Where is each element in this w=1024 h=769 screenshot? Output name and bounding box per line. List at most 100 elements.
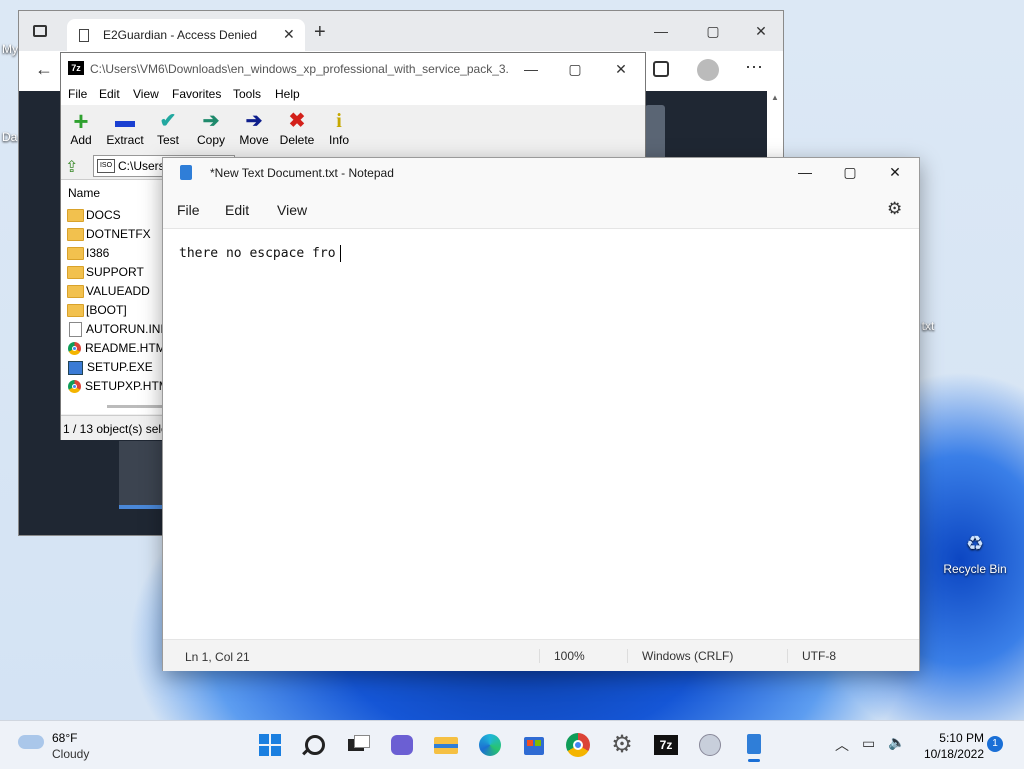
copy-button[interactable]: ➔ Copy (188, 109, 234, 147)
network-icon[interactable]: ▭ (862, 735, 875, 752)
recycle-bin-icon: ♻ (966, 533, 984, 555)
notification-badge[interactable]: 1 (987, 736, 1003, 752)
delete-label: Delete (279, 133, 315, 147)
file-row[interactable]: DOCS (67, 206, 121, 225)
cursor-position: Ln 1, Col 21 (185, 650, 250, 664)
chrome-icon (68, 342, 81, 356)
sevenzip-maximize-button[interactable]: ▢ (565, 59, 585, 79)
recycle-bin[interactable]: ♻ Recycle Bin (942, 532, 1008, 576)
teams-chat-icon[interactable] (386, 729, 418, 761)
move-button[interactable]: ➔ Move (231, 109, 277, 147)
add-button[interactable]: + Add (58, 106, 104, 147)
file-row[interactable]: I386 (67, 244, 109, 263)
notepad-title: *New Text Document.txt - Notepad (210, 166, 394, 180)
tab-actions-icon[interactable] (33, 25, 47, 37)
profile-avatar-icon[interactable] (697, 59, 719, 81)
extract-button[interactable]: ▬ Extract (102, 109, 148, 147)
info-label: Info (328, 133, 349, 147)
settings-gear-icon[interactable]: ⚙ (887, 199, 902, 219)
delete-button[interactable]: ✖ Delete (274, 109, 320, 147)
file-row[interactable]: SETUPXP.HTM (67, 377, 169, 396)
folder-up-icon[interactable]: ⇪ (65, 157, 78, 177)
desktop-icon-da[interactable]: Da (2, 130, 17, 144)
sevenzip-close-button[interactable]: ✕ (611, 59, 631, 79)
file-row[interactable]: [BOOT] (67, 301, 127, 320)
taskbar: 68°F Cloudy ⚙ 7z ︿ ▭ 🔈 5:10 PM 10/18/202… (0, 720, 1024, 769)
add-icon: + (73, 106, 89, 136)
task-view-icon[interactable] (342, 729, 374, 761)
recycle-bin-label: Recycle Bin (943, 562, 1007, 576)
tab-close-icon[interactable]: ✕ (283, 26, 295, 43)
text-cursor (340, 245, 341, 262)
file-name: DOTNETFX (86, 227, 151, 241)
back-arrow-icon[interactable]: ← (35, 59, 53, 80)
info-button[interactable]: i Info (316, 109, 362, 147)
page-icon (79, 29, 89, 42)
extract-label: Extract (106, 133, 144, 147)
more-menu-icon[interactable]: ⋯ (745, 57, 763, 78)
notepad-minimize-button[interactable]: — (795, 162, 815, 182)
browser-maximize-button[interactable]: ▢ (703, 21, 723, 41)
new-tab-button[interactable]: + (314, 21, 326, 44)
show-hidden-icons-chevron-icon[interactable]: ︿ (835, 735, 849, 755)
file-name: [BOOT] (86, 303, 127, 317)
folder-icon (67, 304, 84, 318)
file-row[interactable]: SUPPORT (67, 263, 144, 282)
start-button[interactable] (254, 729, 286, 761)
file-name: I386 (86, 246, 110, 260)
sevenzip-menu-favorites[interactable]: Favorites (172, 87, 221, 101)
notepad-menu-file[interactable]: File (177, 202, 200, 218)
test-button[interactable]: ✔ Test (145, 109, 191, 147)
notepad-statusbar: Ln 1, Col 21 100% Windows (CRLF) UTF-8 (163, 639, 919, 671)
browser-tab[interactable]: E2Guardian - Access Denied ✕ (67, 19, 305, 51)
sevenzip-menu-edit[interactable]: Edit (99, 87, 120, 101)
notepad-maximize-button[interactable]: ▢ (840, 162, 860, 182)
settings-icon[interactable]: ⚙ (606, 729, 638, 761)
file-name: SETUPXP.HTM (85, 379, 169, 393)
notepad-close-button[interactable]: ✕ (885, 162, 905, 182)
sevenzip-minimize-button[interactable]: — (521, 59, 541, 79)
edge-browser-icon[interactable] (474, 729, 506, 761)
zoom-level: 100% (539, 649, 585, 663)
browser-close-button[interactable]: ✕ (751, 21, 771, 41)
file-name: VALUEADD (86, 284, 150, 298)
notepad-menu-edit[interactable]: Edit (225, 202, 249, 218)
disc-image-icon[interactable] (694, 729, 726, 761)
clock[interactable]: 5:10 PM 10/18/2022 (914, 729, 984, 761)
copy-icon: ➔ (202, 110, 220, 132)
desktop-icon-file[interactable]: txt (918, 303, 938, 333)
desktop-icon-my[interactable]: My (2, 42, 18, 56)
notepad-app-icon (180, 165, 192, 180)
sevenzip-menu-help[interactable]: Help (275, 87, 300, 101)
sevenzip-menu-file[interactable]: File (68, 87, 87, 101)
sevenzip-menu-view[interactable]: View (133, 87, 159, 101)
chrome-browser-icon[interactable] (562, 729, 594, 761)
search-icon[interactable] (298, 729, 330, 761)
add-label: Add (70, 133, 92, 147)
file-row[interactable]: VALUEADD (67, 282, 150, 301)
file-name: AUTORUN.INF (86, 322, 168, 336)
page-panel-shape-2 (119, 441, 163, 509)
file-row[interactable]: AUTORUN.INF (67, 320, 168, 339)
horizontal-scrollbar[interactable] (107, 405, 167, 408)
file-row[interactable]: DOTNETFX (67, 225, 151, 244)
file-row[interactable]: SETUP.EXE (67, 358, 153, 377)
notepad-taskbar-icon[interactable] (738, 729, 770, 762)
weather-widget[interactable]: 68°F Cloudy (12, 729, 102, 761)
document-icon (69, 322, 82, 338)
file-row[interactable]: README.HTM (67, 339, 166, 358)
notepad-menu-view[interactable]: View (277, 202, 307, 218)
sevenzip-taskbar-icon[interactable]: 7z (650, 729, 682, 761)
test-icon: ✔ (159, 110, 177, 132)
column-header-name[interactable]: Name (68, 186, 100, 200)
collections-icon[interactable] (653, 61, 669, 77)
notepad-text-area[interactable]: there no escpace fro (163, 228, 919, 639)
store-icon[interactable] (518, 729, 550, 761)
browser-minimize-button[interactable]: — (651, 21, 671, 41)
sevenzip-menu-tools[interactable]: Tools (233, 87, 261, 101)
volume-icon[interactable]: 🔈 (888, 734, 905, 751)
scroll-up-icon[interactable]: ▲ (771, 93, 779, 102)
clock-date: 10/18/2022 (923, 747, 984, 761)
file-explorer-icon[interactable] (430, 729, 462, 761)
cloud-icon (18, 735, 44, 749)
